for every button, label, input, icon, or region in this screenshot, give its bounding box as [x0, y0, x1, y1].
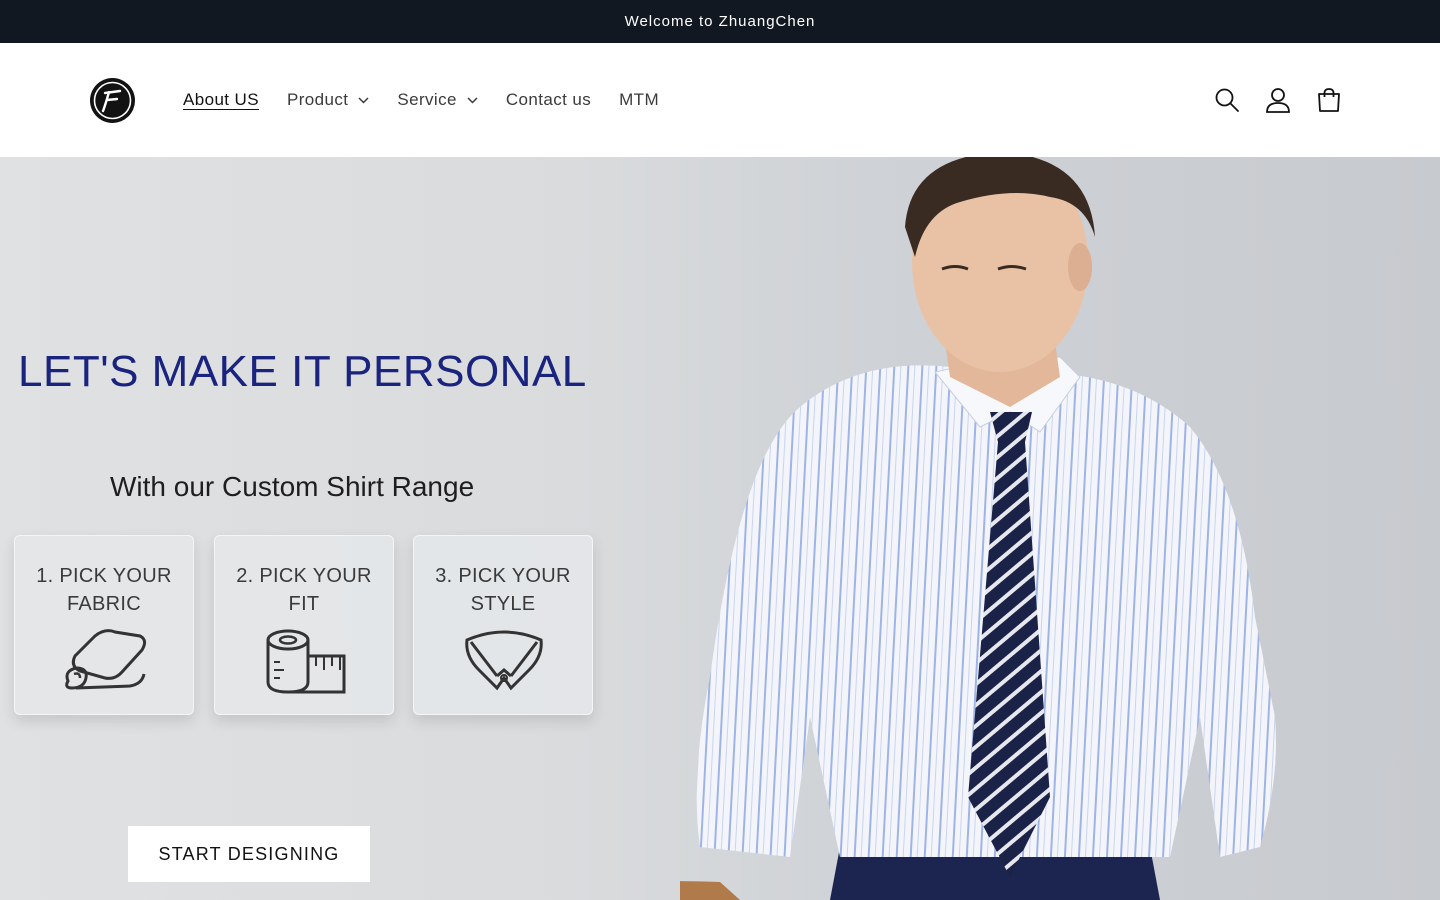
measuring-tape-icon [266, 629, 346, 694]
search-button[interactable] [1201, 78, 1252, 122]
site-header: About US Product Service Contact us MTM [0, 43, 1440, 157]
announcement-text: Welcome to ZhuangChen [624, 13, 816, 30]
account-button[interactable] [1252, 78, 1303, 122]
nav-mtm-label: MTM [619, 90, 660, 109]
start-designing-button[interactable]: START DESIGNING [128, 826, 370, 882]
search-icon [1215, 88, 1239, 112]
hero-title: LET'S MAKE IT PERSONAL [18, 347, 587, 396]
step-label: 1. PICK YOUR FABRIC [36, 565, 172, 615]
nav-product[interactable]: Product [273, 90, 383, 110]
nav-service-label: Service [397, 90, 457, 109]
nav-product-label: Product [286, 90, 349, 109]
step-card-style: 3. PICK YOUR STYLE [413, 535, 593, 715]
account-icon [1265, 88, 1290, 113]
nav-mtm[interactable]: MTM [605, 90, 673, 110]
nav-about-us[interactable]: About US [169, 90, 273, 110]
model-photo [680, 157, 1276, 900]
logo-icon [93, 81, 132, 120]
nav-service[interactable]: Service [383, 90, 492, 110]
chevron-down-icon [467, 96, 478, 104]
step-label: 2. PICK YOUR FIT [236, 565, 372, 615]
nav-about-us-label: About US [183, 90, 259, 109]
fabric-roll-icon [65, 629, 147, 690]
cart-button[interactable] [1303, 78, 1354, 122]
step-card-fit: 2. PICK YOUR FIT [214, 535, 394, 715]
main-nav: About US Product Service Contact us MTM [169, 43, 673, 157]
step-card-fabric: 1. PICK YOUR FABRIC [14, 535, 194, 715]
logo[interactable] [90, 78, 135, 123]
chevron-down-icon [358, 96, 369, 104]
hero-subtitle: With our Custom Shirt Range [110, 471, 475, 502]
shirt-collar-icon [465, 630, 543, 691]
nav-contact-us-label: Contact us [505, 90, 592, 109]
nav-contact-us[interactable]: Contact us [492, 90, 605, 110]
header-actions [1201, 43, 1354, 157]
announcement-bar: Welcome to ZhuangChen [0, 0, 1440, 43]
hero-banner: LET'S MAKE IT PERSONAL With our Custom S… [0, 157, 1440, 900]
step-label: 3. PICK YOUR STYLE [435, 565, 571, 615]
cart-icon [1317, 88, 1340, 112]
